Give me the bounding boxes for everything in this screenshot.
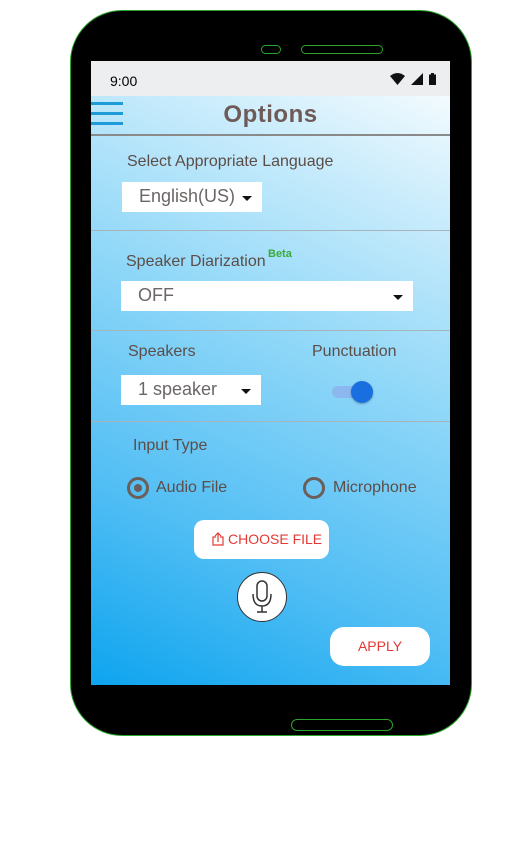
upload-icon: [212, 532, 224, 546]
app-header: Options: [91, 96, 450, 136]
punctuation-label: Punctuation: [312, 343, 397, 360]
status-time: 9:00: [110, 73, 138, 89]
choose-file-label: CHOOSE FILE: [228, 531, 323, 547]
status-bar: 9:00: [91, 61, 450, 96]
audio-file-radio[interactable]: [127, 477, 149, 499]
diarization-value: OFF: [138, 285, 174, 305]
signal-icon: [411, 73, 423, 85]
language-select[interactable]: English(US): [122, 182, 262, 212]
apply-label: APPLY: [357, 638, 403, 654]
choose-file-button[interactable]: CHOOSE FILE: [194, 520, 329, 559]
microphone-radio[interactable]: [303, 477, 325, 499]
diarization-label: Speaker Diarization: [126, 253, 266, 270]
speakers-select[interactable]: 1 speaker: [121, 375, 261, 405]
home-button[interactable]: [291, 719, 393, 731]
earpiece-speaker: [301, 45, 383, 54]
audio-file-label[interactable]: Audio File: [156, 479, 227, 497]
beta-badge: Beta: [268, 248, 292, 260]
microphone-icon: [252, 580, 272, 613]
front-camera: [261, 45, 281, 54]
status-icons: [390, 73, 436, 85]
microphone-button[interactable]: [237, 572, 287, 622]
chevron-down-icon: [242, 196, 252, 201]
chevron-down-icon: [241, 389, 251, 394]
diarization-select[interactable]: OFF: [121, 281, 413, 311]
language-value: English(US): [139, 186, 236, 206]
chevron-down-icon: [393, 295, 403, 300]
app-screen: 9:00 Options Select Appropriate Language…: [91, 61, 450, 685]
divider: [91, 421, 450, 422]
apply-button[interactable]: APPLY: [330, 627, 430, 666]
battery-icon: [429, 73, 436, 85]
speakers-label: Speakers: [128, 343, 196, 360]
wifi-icon: [390, 73, 405, 85]
input-type-label: Input Type: [133, 437, 208, 454]
divider: [91, 230, 450, 231]
speakers-value: 1 speaker: [138, 379, 218, 399]
punctuation-toggle[interactable]: [351, 381, 373, 403]
language-label: Select Appropriate Language: [127, 153, 334, 170]
microphone-label[interactable]: Microphone: [333, 479, 417, 497]
page-title: Options: [223, 101, 318, 128]
divider: [91, 330, 450, 331]
